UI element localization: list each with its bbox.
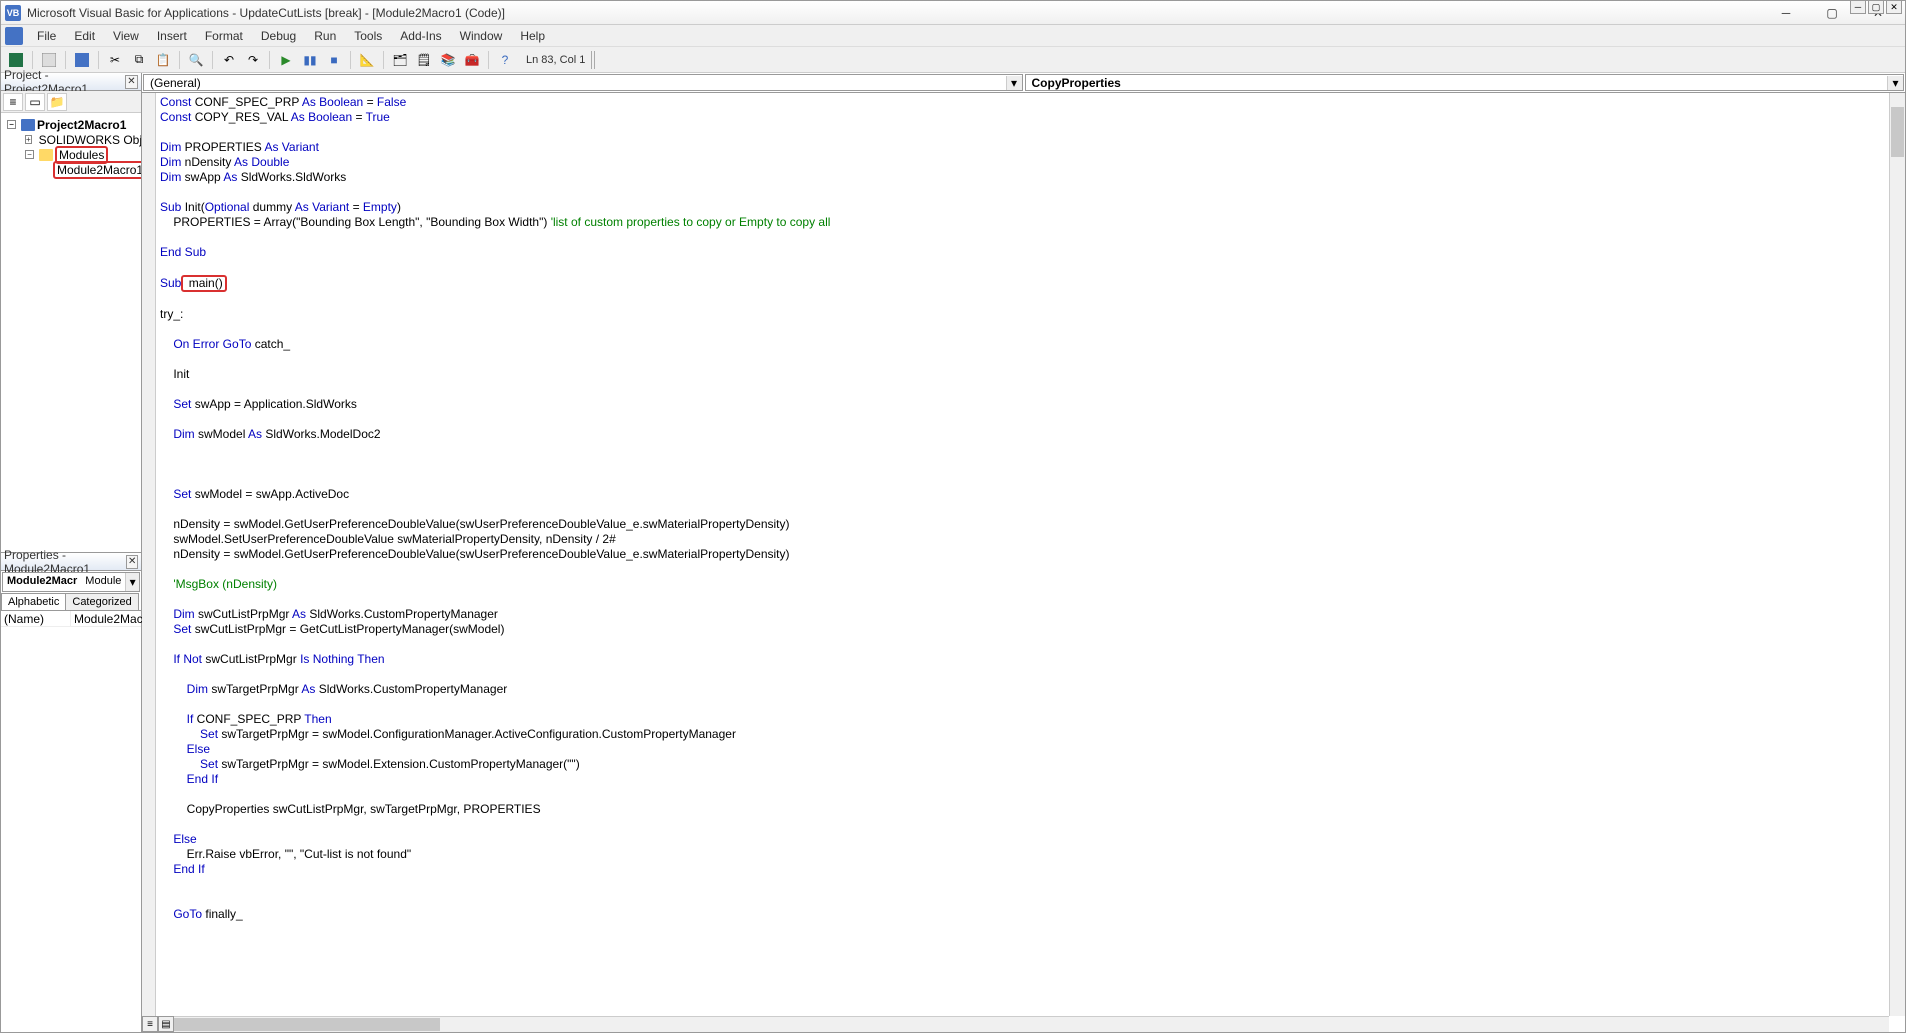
toolbar-grip[interactable] bbox=[591, 51, 597, 69]
properties-panel-title: Properties - Module2Macro1 ✕ bbox=[1, 553, 141, 571]
menu-insert[interactable]: Insert bbox=[149, 27, 195, 45]
menu-file[interactable]: File bbox=[29, 27, 64, 45]
toggle-folders-icon[interactable]: 📁 bbox=[47, 93, 67, 111]
code-text[interactable]: Const CONF_SPEC_PRP As Boolean = False C… bbox=[160, 95, 1889, 922]
break-icon[interactable]: ▮▮ bbox=[299, 49, 321, 71]
menubar: File Edit View Insert Format Debug Run T… bbox=[1, 25, 1905, 47]
tab-alphabetic[interactable]: Alphabetic bbox=[1, 593, 66, 610]
redo-icon[interactable]: ↷ bbox=[242, 49, 264, 71]
folder-label: SOLIDWORKS Objects bbox=[39, 133, 141, 147]
property-value[interactable]: Module2Macro1 bbox=[71, 611, 141, 626]
collapse-icon[interactable]: − bbox=[25, 150, 34, 159]
run-icon[interactable]: ▶ bbox=[275, 49, 297, 71]
project-toolbar: ≡ ▭ 📁 bbox=[1, 91, 141, 113]
mdi-restore-button[interactable]: ▢ bbox=[1868, 0, 1884, 14]
chevron-down-icon[interactable]: ▾ bbox=[1006, 76, 1022, 90]
module-label: Module2Macro1 bbox=[53, 161, 141, 179]
chevron-down-icon[interactable]: ▾ bbox=[125, 573, 139, 591]
scrollbar-thumb[interactable] bbox=[160, 1018, 440, 1031]
procedure-view-button[interactable]: ≡ bbox=[142, 1016, 158, 1032]
object-selector[interactable]: Module2Macr Module ▾ bbox=[2, 572, 140, 592]
project-tree[interactable]: − Project2Macro1 + SOLIDWORKS Objects − … bbox=[1, 113, 141, 552]
object-selector-type: Module bbox=[81, 573, 125, 591]
menu-edit[interactable]: Edit bbox=[66, 27, 103, 45]
cursor-position: Ln 83, Col 1 bbox=[526, 54, 585, 66]
chevron-down-icon[interactable]: ▾ bbox=[1887, 76, 1903, 90]
procedure-dropdown-label: CopyProperties bbox=[1026, 76, 1888, 90]
minimize-button[interactable]: ─ bbox=[1763, 1, 1809, 25]
menu-help[interactable]: Help bbox=[512, 27, 553, 45]
object-dropdown-label: (General) bbox=[144, 76, 1006, 90]
design-mode-icon[interactable]: 📐 bbox=[356, 49, 378, 71]
project-root-label: Project2Macro1 bbox=[37, 118, 126, 132]
maximize-button[interactable]: ▢ bbox=[1809, 1, 1855, 25]
project-root[interactable]: − Project2Macro1 bbox=[3, 117, 139, 132]
object-dropdown[interactable]: (General) ▾ bbox=[143, 74, 1023, 91]
vb-icon bbox=[5, 27, 23, 45]
tab-categorized[interactable]: Categorized bbox=[65, 593, 138, 610]
menu-view[interactable]: View bbox=[105, 27, 147, 45]
copy-icon[interactable]: ⧉ bbox=[128, 49, 150, 71]
property-row[interactable]: (Name) Module2Macro1 bbox=[1, 611, 141, 627]
menu-format[interactable]: Format bbox=[197, 27, 251, 45]
vertical-scrollbar[interactable] bbox=[1889, 93, 1905, 1016]
horizontal-scrollbar[interactable] bbox=[158, 1016, 1889, 1032]
scrollbar-thumb[interactable] bbox=[1891, 107, 1904, 157]
code-margin bbox=[142, 93, 156, 1032]
project-panel-close-icon[interactable]: ✕ bbox=[125, 75, 138, 89]
help-icon[interactable]: ? bbox=[494, 49, 516, 71]
code-dropdowns: (General) ▾ CopyProperties ▾ bbox=[142, 73, 1905, 93]
view-code-icon[interactable]: ≡ bbox=[3, 93, 23, 111]
window-title: Microsoft Visual Basic for Applications … bbox=[27, 6, 1763, 20]
view-object-icon[interactable]: ▭ bbox=[25, 93, 45, 111]
app-icon: VB bbox=[5, 5, 21, 21]
property-name: (Name) bbox=[1, 611, 71, 626]
toolbar: ✂ ⧉ 📋 🔍 ↶ ↷ ▶ ▮▮ ■ 📐 🗂 🗒 📚 🧰 ? Ln 83, Co… bbox=[1, 47, 1905, 73]
project-panel-title: Project - Project2Macro1 ✕ bbox=[1, 73, 141, 91]
mdi-controls: ─ ▢ ✕ bbox=[1850, 0, 1902, 14]
folder-icon bbox=[39, 149, 53, 161]
properties-panel-close-icon[interactable]: ✕ bbox=[126, 555, 138, 569]
menu-debug[interactable]: Debug bbox=[253, 27, 304, 45]
menu-run[interactable]: Run bbox=[306, 27, 344, 45]
undo-icon[interactable]: ↶ bbox=[218, 49, 240, 71]
module-item[interactable]: Module2Macro1 bbox=[3, 162, 139, 177]
object-browser-icon[interactable]: 📚 bbox=[437, 49, 459, 71]
expand-icon[interactable]: + bbox=[25, 135, 32, 144]
menu-window[interactable]: Window bbox=[452, 27, 511, 45]
mdi-close-button[interactable]: ✕ bbox=[1886, 0, 1902, 14]
mdi-minimize-button[interactable]: ─ bbox=[1850, 0, 1866, 14]
menu-tools[interactable]: Tools bbox=[346, 27, 390, 45]
properties-tabs: Alphabetic Categorized bbox=[1, 593, 141, 611]
menu-addins[interactable]: Add-Ins bbox=[392, 27, 449, 45]
procedure-dropdown[interactable]: CopyProperties ▾ bbox=[1025, 74, 1905, 91]
object-selector-name: Module2Macr bbox=[3, 573, 81, 591]
properties-grid: (Name) Module2Macro1 bbox=[1, 611, 141, 1032]
toolbox-icon[interactable]: 🧰 bbox=[461, 49, 483, 71]
reset-icon[interactable]: ■ bbox=[323, 49, 345, 71]
full-module-view-button[interactable]: ▤ bbox=[158, 1016, 174, 1032]
code-view-buttons: ≡ ▤ bbox=[142, 1016, 174, 1032]
paste-icon[interactable]: 📋 bbox=[152, 49, 174, 71]
project-icon bbox=[21, 119, 35, 131]
collapse-icon[interactable]: − bbox=[7, 120, 16, 129]
project-explorer-icon[interactable]: 🗂 bbox=[389, 49, 411, 71]
main-sub-highlight: main() bbox=[181, 275, 226, 292]
solidworks-objects-folder[interactable]: + SOLIDWORKS Objects bbox=[3, 132, 139, 147]
properties-window-icon[interactable]: 🗒 bbox=[413, 49, 435, 71]
find-icon[interactable]: 🔍 bbox=[185, 49, 207, 71]
modules-folder[interactable]: − Modules bbox=[3, 147, 139, 162]
titlebar: VB Microsoft Visual Basic for Applicatio… bbox=[1, 1, 1905, 25]
code-editor[interactable]: Const CONF_SPEC_PRP As Boolean = False C… bbox=[142, 93, 1905, 1032]
